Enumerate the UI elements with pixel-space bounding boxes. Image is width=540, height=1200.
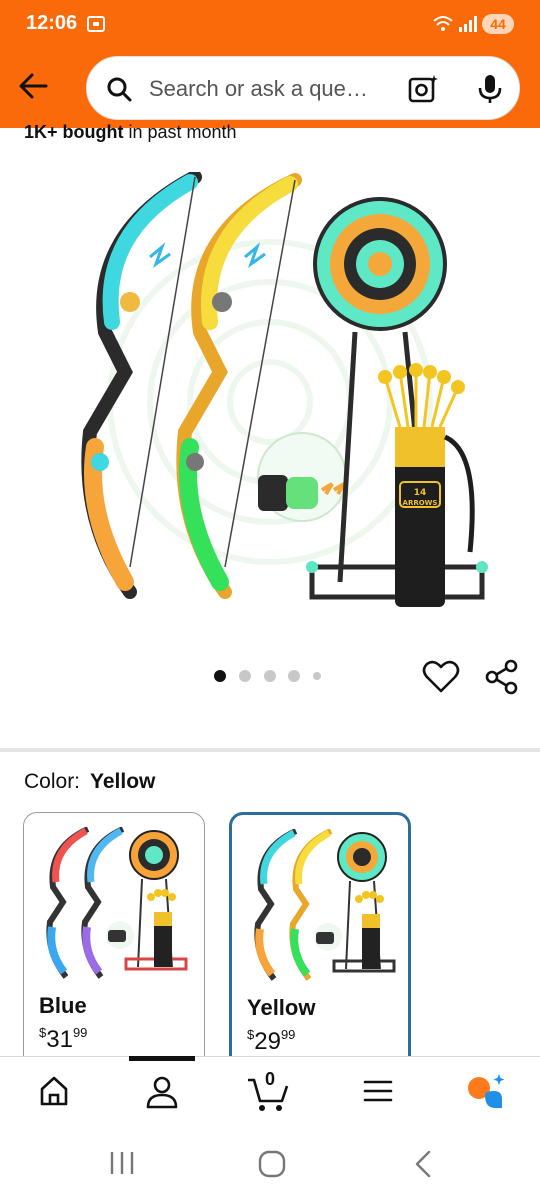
signal-icon	[459, 16, 477, 32]
image-carousel-dots[interactable]	[214, 670, 334, 684]
rufus-ai-icon[interactable]	[466, 1073, 506, 1109]
system-navigation-bar	[0, 1128, 540, 1200]
quiver-badge-label: ARROWS	[403, 499, 438, 507]
nav-active-indicator	[129, 1056, 195, 1061]
color-label: Color:	[24, 770, 81, 793]
recent-apps-icon[interactable]	[108, 1150, 136, 1176]
bought-count: 1K+ bought	[24, 122, 124, 142]
cart-button[interactable]: 0	[246, 1069, 290, 1113]
color-option-price: $2999	[247, 1027, 295, 1056]
bought-period: in past month	[123, 122, 237, 142]
variant-image-yellow	[254, 829, 396, 981]
color-option-blue[interactable]: Blue $3199	[23, 812, 205, 1072]
section-divider	[0, 748, 540, 752]
variant-image-blue	[46, 827, 188, 979]
carousel-dot-active[interactable]	[214, 670, 226, 682]
back-arrow-icon[interactable]	[14, 66, 54, 106]
price-fraction: 99	[72, 1025, 88, 1040]
search-bar[interactable]: Search or ask a que…	[86, 56, 520, 120]
wifi-icon	[433, 16, 453, 31]
search-input[interactable]: Search or ask a que…	[149, 76, 368, 102]
bottom-navigation: 0	[0, 1056, 540, 1128]
color-option-name: Blue	[39, 993, 87, 1018]
share-icon[interactable]	[484, 658, 520, 696]
selected-color-value: Yellow	[90, 770, 156, 793]
status-bar: 12:06 44	[0, 0, 540, 50]
product-image[interactable]: 14 ARROWS	[50, 172, 490, 612]
account-icon[interactable]	[145, 1075, 179, 1109]
battery-level: 44	[490, 16, 506, 32]
carousel-dot[interactable]	[313, 672, 321, 680]
home-icon[interactable]	[38, 1075, 70, 1107]
quiver-badge-count: 14	[414, 488, 427, 498]
home-button-icon[interactable]	[258, 1150, 286, 1178]
menu-icon[interactable]	[362, 1075, 394, 1107]
carousel-dot[interactable]	[288, 670, 300, 682]
price-whole: 29	[254, 1028, 281, 1055]
screenshot-icon	[87, 16, 105, 32]
carousel-dot[interactable]	[239, 670, 251, 682]
color-selection-label: Color: Yellow	[24, 770, 155, 794]
price-whole: 31	[46, 1026, 73, 1053]
color-option-name: Yellow	[247, 995, 316, 1020]
cart-count: 0	[265, 1069, 276, 1089]
color-option-yellow[interactable]: Yellow $2999	[229, 812, 411, 1072]
carousel-dot[interactable]	[264, 670, 276, 682]
heart-icon[interactable]	[422, 660, 460, 694]
color-option-price: $3199	[39, 1025, 87, 1054]
microphone-icon[interactable]	[475, 73, 505, 105]
header: Search or ask a que…	[0, 50, 540, 128]
price-fraction: 99	[280, 1027, 296, 1042]
search-icon	[107, 77, 132, 102]
battery-indicator: 44	[482, 14, 514, 34]
status-time: 12:06	[26, 12, 78, 34]
back-button-icon[interactable]	[412, 1150, 434, 1178]
camera-scan-icon[interactable]	[407, 73, 439, 105]
bought-in-past-month: 1K+ bought in past month	[24, 122, 237, 143]
